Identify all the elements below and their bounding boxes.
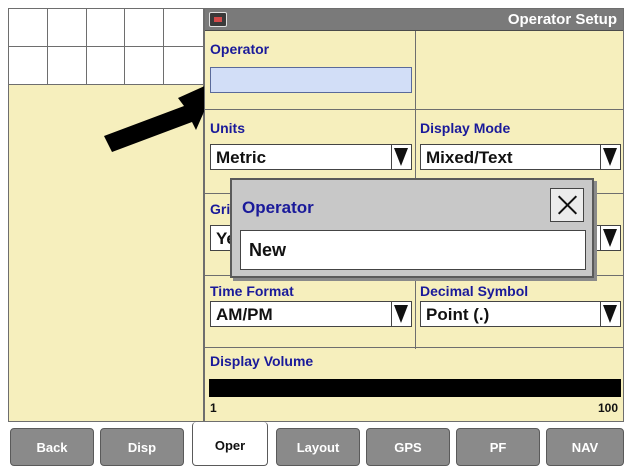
operator-popup: Operator New xyxy=(230,178,594,278)
display-volume-label: Display Volume xyxy=(210,353,314,369)
units-label: Units xyxy=(210,120,245,136)
dropdown-arrow-icon[interactable] xyxy=(391,145,411,169)
title-bar: Operator Setup xyxy=(205,9,623,31)
units-dropdown[interactable]: Metric xyxy=(210,144,412,170)
volume-fill xyxy=(209,379,621,397)
time-format-dropdown[interactable]: AM/PM xyxy=(210,301,412,327)
popup-option-new[interactable]: New xyxy=(240,230,586,270)
display-mode-label: Display Mode xyxy=(420,120,511,136)
operator-input[interactable] xyxy=(210,67,412,93)
section-divider xyxy=(205,109,623,110)
tab-gps[interactable]: GPS xyxy=(366,428,450,466)
page-title: Operator Setup xyxy=(507,11,617,28)
decimal-symbol-value: Point (.) xyxy=(426,305,490,324)
grid-cell[interactable] xyxy=(9,46,48,84)
dropdown-arrow-icon[interactable] xyxy=(600,145,620,169)
decimal-symbol-dropdown[interactable]: Point (.) xyxy=(420,301,621,327)
time-format-label: Time Format xyxy=(210,283,294,299)
dropdown-arrow-icon[interactable] xyxy=(391,302,411,326)
dropdown-arrow-icon[interactable] xyxy=(600,302,620,326)
tab-pf[interactable]: PF xyxy=(456,428,540,466)
tab-disp[interactable]: Disp xyxy=(100,428,184,466)
units-value: Metric xyxy=(216,148,267,167)
close-icon[interactable] xyxy=(550,188,584,222)
dropdown-arrow-icon[interactable] xyxy=(600,226,620,250)
tab-nav[interactable]: NAV xyxy=(546,428,624,466)
pointer-arrow-icon xyxy=(104,80,218,152)
operator-setup-screen: Operator Setup Operator Units Metric Dis… xyxy=(0,0,631,472)
display-mode-dropdown[interactable]: Mixed/Text xyxy=(420,144,621,170)
grid-cell[interactable] xyxy=(47,9,87,47)
column-divider xyxy=(415,31,416,119)
operator-label: Operator xyxy=(210,41,270,57)
tab-oper[interactable]: Oper xyxy=(192,422,268,466)
left-panel xyxy=(8,8,204,422)
grid-label-fragment: Gri xyxy=(210,201,231,217)
popup-title: Operator xyxy=(242,198,314,217)
layout-grid xyxy=(9,9,203,85)
volume-min-label: 1 xyxy=(210,401,217,415)
tab-bar: Back Disp Oper Layout GPS PF NAV xyxy=(0,422,631,472)
grid-cell[interactable] xyxy=(86,9,126,47)
grid-cell[interactable] xyxy=(9,9,48,47)
time-format-value: AM/PM xyxy=(216,305,273,324)
tab-back[interactable]: Back xyxy=(10,428,94,466)
volume-max-label: 100 xyxy=(597,401,618,415)
section-divider xyxy=(205,347,623,348)
grid-cell[interactable] xyxy=(125,9,165,47)
grid-cell[interactable] xyxy=(164,9,203,47)
grid-cell[interactable] xyxy=(47,46,87,84)
tab-layout[interactable]: Layout xyxy=(276,428,360,466)
volume-slider[interactable] xyxy=(209,379,621,397)
display-mode-value: Mixed/Text xyxy=(426,148,513,167)
screen-icon xyxy=(209,12,227,27)
popup-option-label: New xyxy=(249,240,287,260)
decimal-symbol-label: Decimal Symbol xyxy=(420,283,529,299)
